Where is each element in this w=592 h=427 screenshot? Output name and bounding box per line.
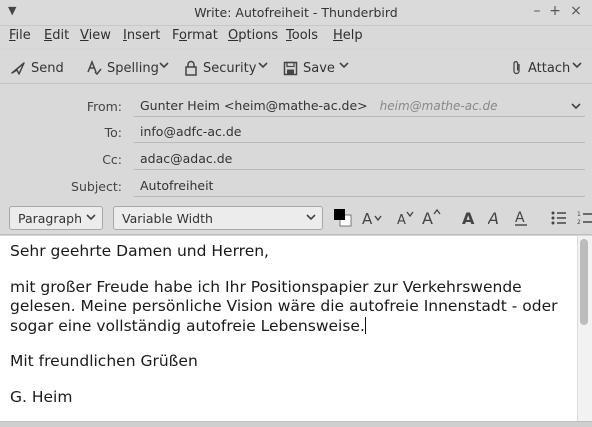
send-button[interactable]: Send — [10, 58, 64, 78]
italic-icon[interactable]: A — [488, 209, 504, 227]
font-size-icon[interactable]: A — [362, 210, 388, 226]
from-identity: heim@mathe-ac.de — [379, 99, 498, 113]
close-button[interactable]: × — [567, 3, 585, 19]
security-dropdown-icon[interactable] — [258, 60, 268, 70]
message-header: From: Gunter Heim <heim@mathe-ac.de> hei… — [0, 85, 592, 200]
menu-view[interactable]: View — [80, 28, 111, 43]
text-color-icon[interactable] — [333, 208, 353, 228]
svg-text:A: A — [515, 210, 525, 226]
paragraph-select[interactable]: Paragraph — [9, 206, 103, 230]
attach-dropdown-icon[interactable] — [572, 60, 582, 70]
bullet-list-icon[interactable] — [551, 211, 567, 225]
svg-text:A: A — [488, 209, 499, 227]
format-toolbar: Paragraph Variable Width A A A A A A 12 — [0, 200, 592, 235]
body-closing: Mit freundlichen Grüßen — [10, 352, 198, 370]
compose-toolbar: Send Spelling Security Save Attach — [0, 50, 592, 84]
attach-button[interactable]: Attach — [511, 58, 570, 78]
message-body-editor[interactable]: Sehr geehrte Damen und Herren, mit große… — [0, 236, 577, 421]
svg-text:A: A — [462, 209, 475, 227]
send-icon — [11, 62, 25, 75]
svg-text:A: A — [422, 209, 433, 226]
body-greeting: Sehr geehrte Damen und Herren, — [10, 242, 269, 260]
menu-format[interactable]: Format — [172, 28, 218, 43]
font-select[interactable]: Variable Width — [113, 206, 323, 230]
maximize-button[interactable]: + — [546, 3, 564, 19]
bold-icon[interactable]: A — [462, 209, 478, 227]
menu-edit[interactable]: Edit — [44, 28, 69, 43]
chevron-down-icon — [306, 214, 316, 221]
security-button[interactable]: Security — [184, 58, 256, 78]
underline-icon[interactable]: A — [514, 209, 530, 227]
menu-help[interactable]: Help — [333, 28, 363, 43]
spelling-button[interactable]: Spelling — [86, 58, 159, 78]
status-bar — [0, 421, 592, 427]
from-dropdown-icon[interactable] — [571, 101, 581, 111]
menu-insert[interactable]: Insert — [123, 28, 160, 43]
numbered-list-icon[interactable]: 12 — [577, 210, 592, 226]
minimize-button[interactable]: – — [528, 3, 546, 19]
lock-icon — [185, 60, 197, 76]
window-title: Write: Autofreiheit - Thunderbird — [194, 5, 398, 20]
menu-bar: File Edit View Insert Format Options Too… — [0, 26, 592, 48]
menu-file[interactable]: File — [9, 28, 31, 43]
increase-font-size-icon[interactable]: A — [422, 208, 442, 226]
title-bar: ▼ Write: Autofreiheit - Thunderbird – + … — [0, 0, 592, 26]
menu-options[interactable]: Options — [228, 28, 278, 43]
save-dropdown-icon[interactable] — [339, 60, 349, 70]
body-signature: G. Heim — [10, 387, 73, 406]
cc-field[interactable]: adac@adac.de — [134, 148, 585, 170]
decrease-font-size-icon[interactable]: A — [397, 210, 415, 226]
save-icon — [283, 61, 298, 75]
subject-label: Subject: — [71, 179, 122, 194]
menu-tools[interactable]: Tools — [286, 28, 318, 43]
chevron-down-icon — [86, 214, 96, 221]
from-label: From: — [86, 99, 122, 114]
subject-field[interactable]: Autofreiheit — [134, 175, 585, 197]
body-paragraph: mit großer Freude habe ich Ihr Positions… — [10, 277, 558, 335]
from-field[interactable]: Gunter Heim <heim@mathe-ac.de> heim@math… — [134, 95, 585, 117]
svg-text:A: A — [362, 210, 373, 226]
svg-text:1: 1 — [577, 211, 581, 218]
to-label: To: — [104, 125, 122, 140]
body-scrollbar-thumb[interactable] — [580, 239, 588, 325]
spelling-icon — [87, 60, 102, 76]
svg-text:A: A — [397, 213, 406, 226]
save-button[interactable]: Save — [283, 58, 335, 78]
text-cursor — [364, 316, 366, 334]
spelling-dropdown-icon[interactable] — [159, 60, 169, 70]
svg-text:2: 2 — [577, 219, 581, 226]
paperclip-icon — [513, 61, 520, 75]
to-field[interactable]: info@adfc-ac.de — [134, 121, 585, 143]
cc-label: Cc: — [102, 152, 122, 167]
